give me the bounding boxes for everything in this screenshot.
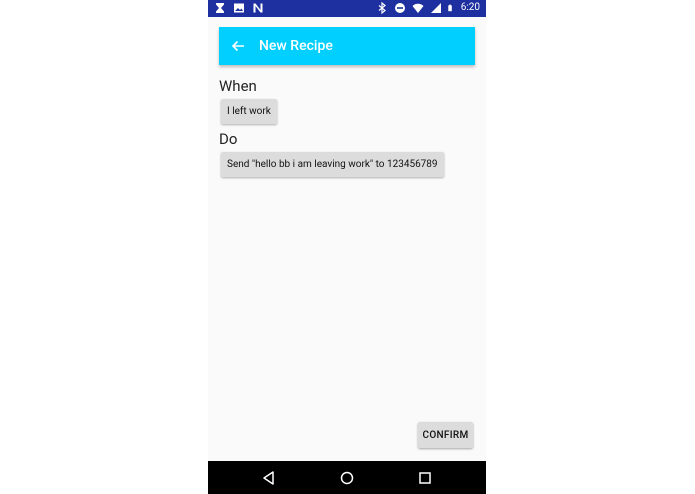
- n-logo-icon: [253, 3, 263, 13]
- status-bar: 6:20: [208, 0, 486, 17]
- recents-nav-icon[interactable]: [416, 469, 434, 487]
- signal-icon: [430, 3, 441, 13]
- wifi-icon: [412, 3, 424, 13]
- app-bar: New Recipe: [219, 27, 475, 65]
- home-nav-icon[interactable]: [338, 469, 356, 487]
- image-icon: [234, 3, 244, 13]
- bluetooth-icon: [378, 2, 386, 14]
- navigation-bar: [208, 461, 486, 494]
- dnd-icon: [394, 3, 405, 13]
- hourglass-icon: [216, 3, 224, 13]
- status-time: 6:20: [460, 2, 480, 13]
- action-chip[interactable]: Send "hello bb i am leaving work" to 123…: [221, 152, 444, 177]
- back-nav-icon[interactable]: [260, 469, 278, 487]
- phone-screen: 6:20 New Recipe When I left work Do Send…: [208, 0, 486, 494]
- when-label: When: [219, 77, 257, 95]
- trigger-chip[interactable]: I left work: [221, 99, 277, 124]
- page-title: New Recipe: [259, 38, 333, 54]
- battery-icon: [447, 4, 452, 12]
- do-label: Do: [219, 130, 238, 148]
- confirm-button[interactable]: CONFIRM: [418, 422, 473, 448]
- arrow-back-icon: [231, 40, 244, 52]
- back-button[interactable]: [227, 35, 249, 57]
